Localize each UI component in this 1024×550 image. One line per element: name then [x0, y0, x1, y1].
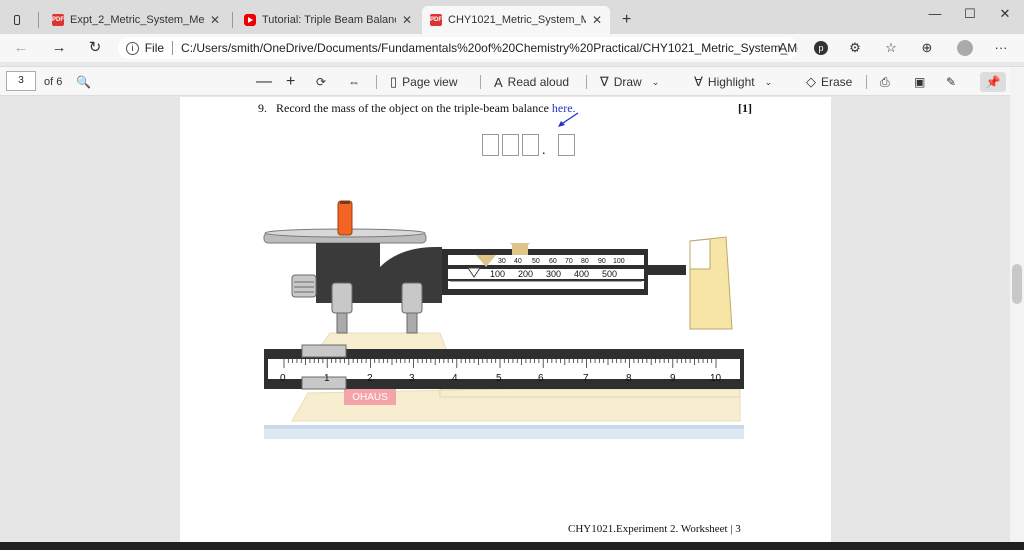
print-icon[interactable]: ⎙: [880, 72, 890, 92]
save-icon[interactable]: ▣: [914, 72, 925, 92]
favorites-icon[interactable]: ☆: [880, 37, 902, 59]
ruler-label: 10: [710, 373, 722, 384]
ruler-label: 2: [367, 373, 373, 384]
avatar[interactable]: [954, 37, 976, 59]
tab-bar: PDF Expt_2_Metric_System_Measurem ✕ Tuto…: [0, 0, 1024, 34]
more-menu-icon[interactable]: ···: [990, 37, 1012, 59]
info-icon[interactable]: i: [126, 41, 139, 55]
url-field[interactable]: i File C:/Users/smith/OneDrive/Documents…: [118, 37, 798, 59]
pdf-icon: PDF: [430, 14, 442, 26]
ruler-label: 0: [280, 373, 286, 384]
pdf-viewer: 9. Record the mass of the object on the …: [0, 97, 1024, 550]
close-icon[interactable]: ✕: [402, 13, 412, 27]
read-aloud-label: Read aloud: [507, 75, 570, 89]
top-beam-label: 100: [613, 258, 625, 265]
close-icon[interactable]: ✕: [210, 13, 220, 27]
ruler-label: 8: [626, 373, 632, 384]
erase-label: Erase: [821, 75, 853, 89]
close-icon[interactable]: ✕: [592, 13, 602, 27]
tab-label: Tutorial: Triple Beam Balance - Yo: [262, 14, 396, 26]
page-view-label: Page view: [402, 75, 458, 89]
search-icon[interactable]: 🔍: [76, 72, 91, 92]
page-view-icon: ▯: [390, 74, 398, 89]
tab-expt2-pdf[interactable]: PDF Expt_2_Metric_System_Measurem ✕: [44, 6, 228, 34]
ruler-label: 1: [324, 373, 330, 384]
triple-beam-balance-diagram: OHAUS 30 40 50 60 70 80 90 100 100 200 3…: [263, 200, 744, 439]
scrollbar-thumb[interactable]: [1012, 264, 1022, 304]
address-bar: ← → ↻ i File C:/Users/smith/OneDrive/Doc…: [0, 34, 1024, 62]
pdf-toolbar: 3 of 6 🔍 — + ⟳ ⇔ ▯ Page view A Read alou…: [0, 66, 1024, 96]
top-beam-label: 70: [565, 258, 573, 265]
top-beam-label: 50: [532, 258, 540, 265]
page-view-button[interactable]: ▯ Page view: [390, 72, 458, 92]
pinterest-icon[interactable]: p: [810, 37, 832, 59]
tab-chy1021-pdf[interactable]: PDF CHY1021_Metric_System_Measure ✕: [422, 6, 610, 34]
page-footer: CHY1021.Experiment 2. Worksheet | 3: [568, 523, 741, 535]
rotate-icon[interactable]: ⟳: [316, 72, 326, 92]
maximize-button[interactable]: ☐: [955, 4, 985, 24]
url-text: C:/Users/smith/OneDrive/Documents/Fundam…: [181, 41, 798, 55]
draw-label: Draw: [613, 75, 642, 89]
extensions-icon[interactable]: ⚙: [844, 37, 866, 59]
ruler-label: 4: [452, 373, 458, 384]
fit-page-icon[interactable]: ⇔: [348, 72, 360, 92]
new-tab-button[interactable]: +: [614, 6, 636, 34]
top-beam-label: 40: [514, 258, 522, 265]
page-number-input[interactable]: 3: [6, 71, 36, 91]
eraser-icon: ◇: [806, 74, 816, 89]
highlight-icon: ∀: [694, 74, 703, 89]
middle-beam-label: 400: [574, 269, 589, 279]
middle-beam-label: 200: [518, 269, 533, 279]
draw-button[interactable]: ∇ Draw ⌄: [600, 72, 659, 92]
highlight-label: Highlight: [707, 75, 755, 89]
read-aloud-icon: A: [494, 74, 503, 90]
pdf-page: 9. Record the mass of the object on the …: [180, 97, 831, 550]
draw-icon: ∇: [600, 74, 609, 89]
back-button[interactable]: ←: [10, 37, 32, 59]
chevron-down-icon[interactable]: ⌄: [652, 77, 660, 88]
scrollbar[interactable]: [1010, 68, 1024, 550]
scheme-label: File: [144, 41, 165, 55]
highlight-button[interactable]: ∀ Highlight ⌄: [694, 72, 772, 92]
ruler-label: 9: [670, 373, 676, 384]
pdf-icon: PDF: [52, 14, 64, 26]
read-aloud-icon[interactable]: A: [772, 37, 794, 59]
read-aloud-button[interactable]: A Read aloud: [494, 72, 569, 92]
tab-youtube-tutorial[interactable]: Tutorial: Triple Beam Balance - Yo ✕: [236, 6, 420, 34]
middle-beam-label: 300: [546, 269, 561, 279]
page-total: of 6: [44, 76, 63, 88]
save-as-icon[interactable]: ✎: [946, 72, 956, 92]
tab-label: CHY1021_Metric_System_Measure: [448, 14, 586, 26]
balance-brand: OHAUS: [352, 392, 388, 403]
ruler-label: 6: [538, 373, 544, 384]
middle-beam-label: 500: [602, 269, 617, 279]
collections-icon[interactable]: ⊕: [916, 37, 938, 59]
tab-actions-icon[interactable]: [6, 6, 28, 34]
chevron-down-icon[interactable]: ⌄: [765, 77, 773, 88]
tab-label: Expt_2_Metric_System_Measurem: [70, 14, 204, 26]
erase-button[interactable]: ◇ Erase: [806, 72, 852, 92]
middle-beam-label: 100: [490, 269, 505, 279]
ruler-label: 7: [583, 373, 589, 384]
rider-lower[interactable]: [301, 344, 347, 358]
minimize-button[interactable]: —: [920, 4, 950, 24]
taskbar: [0, 542, 1024, 550]
refresh-button[interactable]: ↻: [84, 37, 106, 59]
ruler-label: 5: [496, 373, 502, 384]
object-on-pan: [337, 200, 353, 236]
top-beam-label: 80: [581, 258, 589, 265]
forward-button[interactable]: →: [48, 37, 70, 59]
top-beam-label: 60: [549, 258, 557, 265]
top-beam-label: 90: [598, 258, 606, 265]
close-window-button[interactable]: ✕: [990, 4, 1020, 24]
top-beam-label: 30: [498, 258, 506, 265]
zoom-out-button[interactable]: —: [256, 72, 272, 92]
youtube-icon: [244, 14, 256, 26]
ruler-label: 3: [409, 373, 415, 384]
pin-icon[interactable]: 📌: [980, 72, 1006, 92]
zoom-in-button[interactable]: +: [286, 72, 295, 92]
